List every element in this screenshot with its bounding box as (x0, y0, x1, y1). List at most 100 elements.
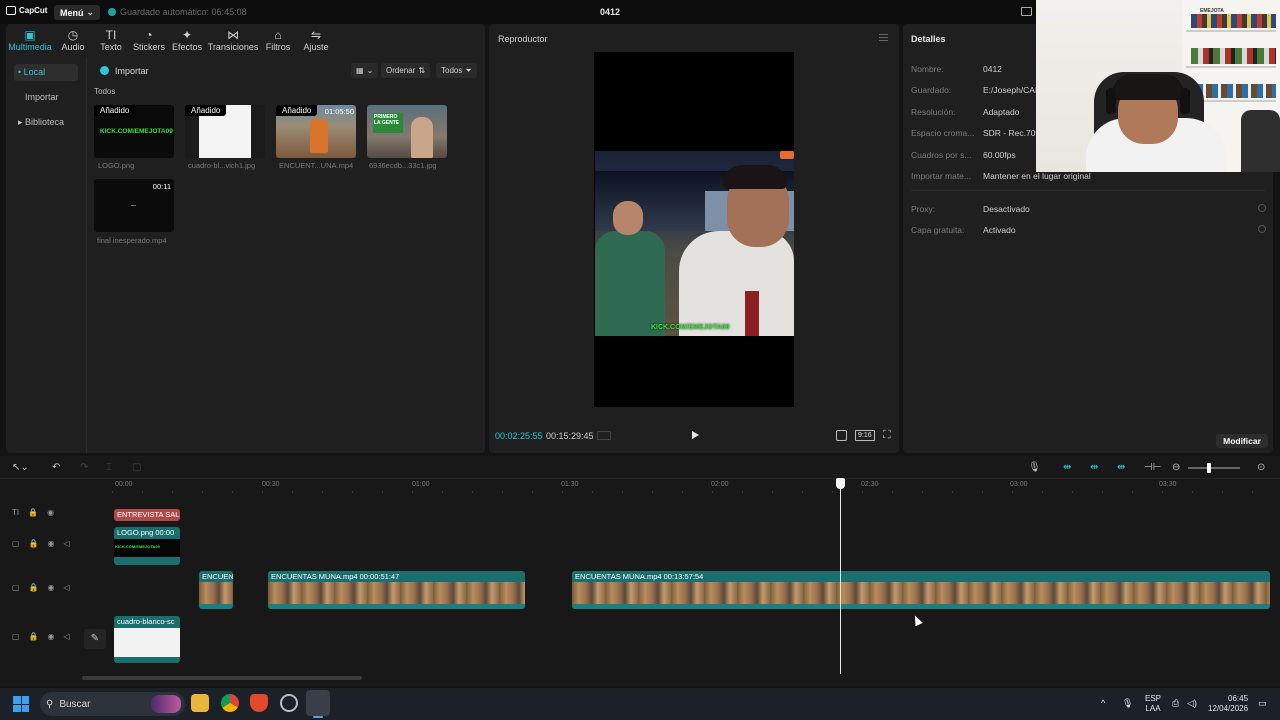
taskbar-search[interactable]: ⚲ Buscar (40, 692, 185, 716)
eye-icon[interactable]: ◉ (48, 539, 55, 548)
zoom-out-icon[interactable]: ⊖ (1172, 462, 1180, 473)
lock-icon[interactable]: 🔒 (28, 508, 38, 517)
video-duration: 01:05:50 (324, 107, 354, 116)
screenshot-icon[interactable] (836, 430, 847, 441)
playhead-handle[interactable] (836, 478, 845, 489)
tray-mic-icon[interactable]: 🎙 (1122, 698, 1133, 709)
audio-mute-icon[interactable]: ◁ (64, 632, 70, 641)
check-icon (108, 8, 116, 16)
sort-button[interactable]: Ordenar ⇅ (381, 63, 431, 78)
filter-button[interactable]: Todos ⏷ (436, 63, 477, 78)
chevron-down-icon: ⌄ (86, 7, 95, 17)
tab-efectos[interactable]: ✦ Efectos (165, 28, 209, 52)
text-clip[interactable]: ENTREVISTA SALE (114, 509, 180, 521)
autosave-text: Guardado automático: 06:45:08 (120, 7, 247, 17)
menu-button[interactable]: Menú ⌄ (54, 5, 101, 20)
undo-icon[interactable]: ↶ (52, 462, 60, 473)
notifications-icon[interactable]: ▭ (1258, 698, 1267, 709)
app-logo: CapCut (6, 6, 47, 15)
audio-mute-icon[interactable]: ◁ (64, 539, 70, 548)
lock-icon[interactable]: 🔒 (29, 583, 39, 592)
app-icon[interactable] (280, 694, 298, 712)
media-item-image[interactable]: PRIMERO LA GENTE (367, 105, 447, 158)
capcut-taskbar-icon[interactable] (306, 690, 330, 716)
media-item-name: LOGO.png (98, 161, 135, 170)
redo-icon[interactable]: ↷ (80, 462, 88, 473)
person-green (595, 231, 665, 336)
zoom-fit-icon[interactable]: ⊙ (1257, 462, 1265, 473)
magnet-icon[interactable]: ⇹ (1090, 462, 1098, 473)
video-clip-b[interactable]: ENCUENTAS MUNA.mp4 00:13:57:54 (572, 571, 1270, 609)
chrome-icon[interactable] (221, 694, 239, 712)
track-controls-main: ▢ 🔒 ◉ ◁ (12, 583, 70, 592)
ruler-tick: 03:30 (1159, 481, 1177, 488)
link-main-icon[interactable]: ⇹ (1063, 462, 1071, 473)
media-item-video[interactable]: Añadido 01:05:50 (276, 105, 356, 158)
split-icon[interactable]: ⌶ (106, 462, 112, 473)
eye-icon[interactable]: ◉ (47, 508, 54, 517)
clip-audio (268, 604, 525, 609)
video-clip-small[interactable]: ENCUEN (199, 571, 233, 609)
volume-icon[interactable]: ◁) (1187, 698, 1197, 709)
horizontal-scrollbar[interactable] (82, 676, 362, 680)
tray-chevron-icon[interactable]: ^ (1101, 698, 1105, 708)
brave-icon[interactable] (250, 694, 268, 712)
preview-axis-icon[interactable]: ⊣⊢ (1144, 462, 1161, 473)
ruler-tick: 00:00 (115, 481, 133, 488)
figures-row (1191, 48, 1276, 64)
timeline-toggle-icon[interactable] (597, 431, 611, 440)
aspect-ratio-button[interactable]: 9:16 (855, 430, 875, 441)
play-icon[interactable] (692, 431, 699, 439)
video-thumb-person (310, 119, 328, 153)
delete-icon[interactable]: ▢ (132, 462, 141, 473)
windows-taskbar: ⚲ Buscar (0, 688, 1280, 720)
logo-clip[interactable]: LOGO.png 00:00 KICK.COM/EMEJOTA09 (114, 527, 180, 565)
lock-icon[interactable]: 🔒 (29, 632, 39, 641)
link-clips-icon[interactable]: ⇹ (1117, 462, 1125, 473)
zoom-slider-handle[interactable] (1207, 463, 1211, 473)
eye-icon[interactable]: ◉ (48, 583, 55, 592)
zoom-slider[interactable] (1188, 467, 1240, 469)
help-icon[interactable] (1258, 225, 1266, 233)
fullscreen-icon[interactable]: ⛶ (883, 429, 891, 442)
detail-value: SDR - Rec.709 (983, 128, 1041, 138)
media-item-name: cuadro-bl...vich1.jpg (188, 161, 256, 170)
edit-cover-icon[interactable]: ✎ (84, 629, 106, 649)
modify-button[interactable]: Modificar (1216, 434, 1268, 448)
media-item-white-square[interactable]: Añadido (185, 105, 265, 158)
file-explorer-icon[interactable] (191, 694, 209, 712)
chevron-down-icon: ⌄ (366, 66, 374, 75)
cursor-icon[interactable]: ↖⌄ (12, 462, 29, 473)
badge-corner (780, 151, 794, 159)
sidebar-item-importar[interactable]: Importar (14, 89, 78, 106)
video-frame: KICK.COM/EMEJOTA09 (595, 151, 794, 336)
grid-icon: ▦ (356, 66, 364, 75)
import-icon[interactable] (100, 66, 109, 75)
network-icon[interactable]: ⎙ (1172, 698, 1179, 709)
detail-key: Importar mate... (911, 171, 971, 181)
video-clip-a[interactable]: ENCUENTAS MUNA.mp4 00:00:51:47 (268, 571, 525, 609)
active-indicator (313, 716, 323, 718)
playhead-line[interactable] (840, 480, 841, 674)
windows-start-icon[interactable] (13, 696, 29, 712)
view-mode-button[interactable]: ▦ ⌄ (351, 63, 379, 78)
streamer-hair (1112, 74, 1184, 100)
clock[interactable]: 06:45 12/04/2026 (1208, 694, 1248, 714)
lock-icon[interactable]: 🔒 (29, 539, 39, 548)
tab-multimedia[interactable]: ▣ Multimedia (8, 28, 52, 52)
sidebar-item-local[interactable]: • Local (14, 64, 78, 81)
tab-transiciones[interactable]: ⋈ Transiciones (206, 28, 260, 52)
microphone-icon[interactable]: 🎙 (1028, 462, 1041, 473)
audio-mute-icon[interactable]: ◁ (64, 583, 70, 592)
media-item-final[interactable]: 00:11 (94, 179, 174, 232)
tab-ajuste[interactable]: ⇋ Ajuste (294, 28, 338, 52)
language-indicator[interactable]: ESP LAA (1145, 694, 1161, 714)
import-button[interactable]: Importar (115, 66, 149, 76)
sidebar-item-biblioteca[interactable]: ▸ Biblioteca (14, 114, 78, 131)
help-icon[interactable] (1258, 204, 1266, 212)
menu-icon[interactable] (879, 34, 888, 41)
layout-icon[interactable] (1021, 7, 1032, 16)
white-square-clip[interactable]: cuadro-blanco-sc (114, 616, 180, 663)
media-item-logo[interactable]: Añadido KICK.COM/EMEJOTA09 (94, 105, 174, 158)
eye-icon[interactable]: ◉ (48, 632, 55, 641)
